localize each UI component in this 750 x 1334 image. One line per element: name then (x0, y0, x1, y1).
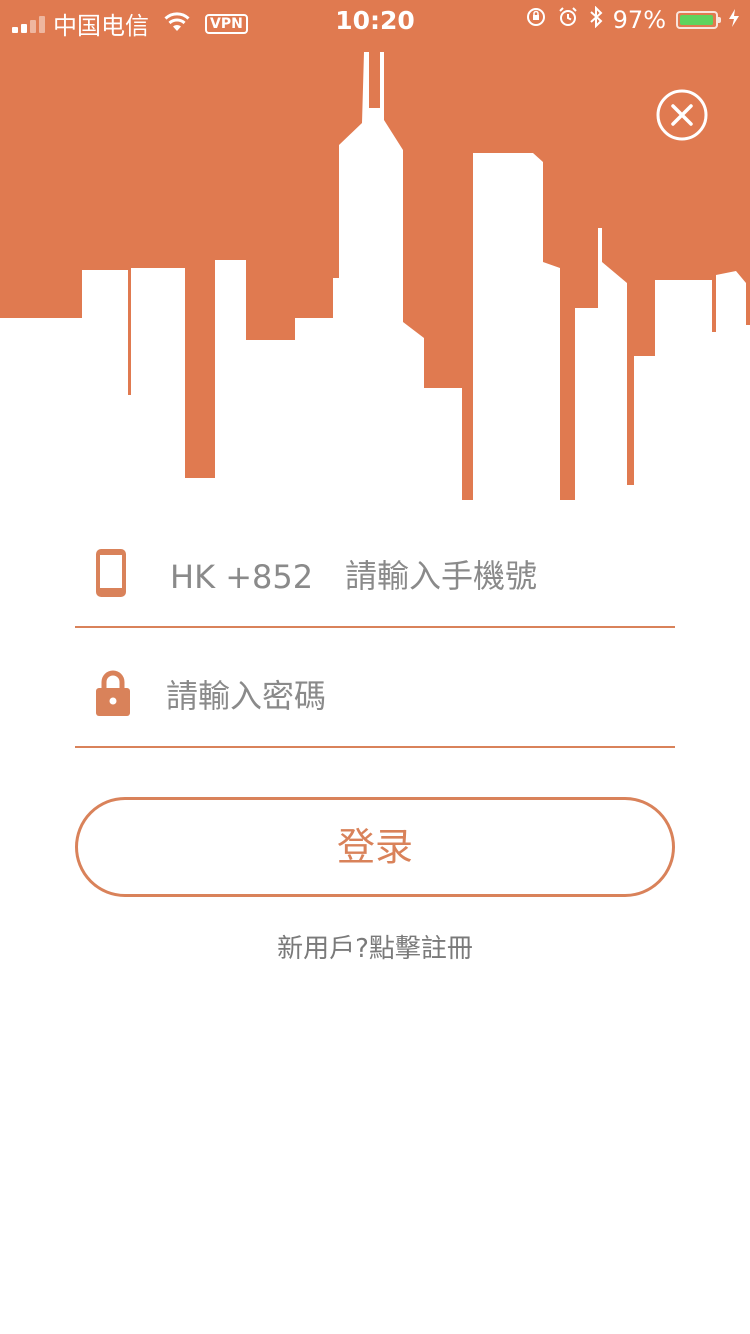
bluetooth-icon (589, 5, 603, 34)
alarm-icon (557, 6, 579, 34)
city-skyline-illustration (0, 0, 750, 500)
orientation-lock-icon (525, 6, 547, 34)
battery-level (680, 15, 713, 25)
charging-icon (728, 6, 740, 34)
register-link[interactable]: 新用戶?點擊註冊 (0, 928, 750, 965)
password-field (75, 656, 675, 748)
phone-icon (95, 548, 127, 602)
password-input[interactable] (166, 674, 666, 718)
lock-icon (95, 668, 131, 722)
status-bar: 中国电信 VPN 10:20 97% (0, 0, 750, 40)
battery-icon (676, 11, 721, 29)
phone-field: HK +852 (75, 536, 675, 628)
close-button[interactable] (655, 88, 709, 142)
skyline-header (0, 0, 750, 500)
login-button[interactable]: 登录 (75, 797, 675, 897)
phone-number-input[interactable] (345, 554, 670, 598)
country-code-prefix[interactable]: HK +852 (170, 558, 313, 596)
close-circle-icon[interactable] (655, 88, 709, 142)
battery-percent: 97% (612, 6, 666, 34)
